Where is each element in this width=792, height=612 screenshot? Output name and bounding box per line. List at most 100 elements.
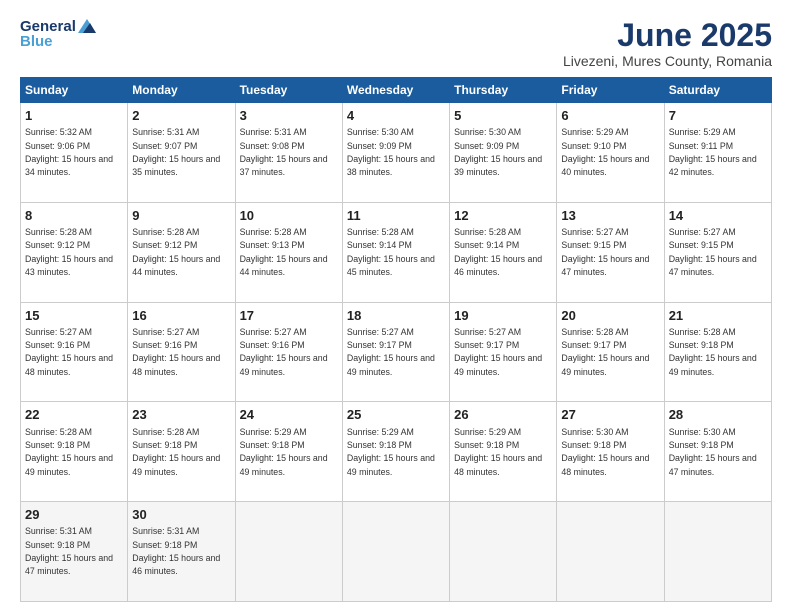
- table-row: 22 Sunrise: 5:28 AMSunset: 9:18 PMDayligh…: [21, 402, 128, 502]
- day-info: Sunrise: 5:31 AMSunset: 9:08 PMDaylight:…: [240, 127, 328, 177]
- day-info: Sunrise: 5:27 AMSunset: 9:17 PMDaylight:…: [454, 327, 542, 377]
- day-number: 11: [347, 207, 445, 225]
- table-row: 7 Sunrise: 5:29 AMSunset: 9:11 PMDaylight…: [664, 103, 771, 203]
- day-number: 14: [669, 207, 767, 225]
- table-row: 30Sunrise: 5:31 AMSunset: 9:18 PMDayligh…: [128, 502, 235, 602]
- day-info: Sunrise: 5:30 AMSunset: 9:18 PMDaylight:…: [561, 427, 649, 477]
- day-number: 24: [240, 406, 338, 424]
- calendar-week-row: 22 Sunrise: 5:28 AMSunset: 9:18 PMDayligh…: [21, 402, 772, 502]
- page: General Blue June 2025 Livezeni, Mures C…: [0, 0, 792, 612]
- table-row: 25Sunrise: 5:29 AMSunset: 9:18 PMDayligh…: [342, 402, 449, 502]
- weekday-header-row: Sunday Monday Tuesday Wednesday Thursday…: [21, 78, 772, 103]
- table-row: 27 Sunrise: 5:30 AMSunset: 9:18 PMDayligh…: [557, 402, 664, 502]
- logo: General Blue: [20, 18, 96, 50]
- day-info: Sunrise: 5:29 AMSunset: 9:10 PMDaylight:…: [561, 127, 649, 177]
- day-number: 10: [240, 207, 338, 225]
- table-row: 29 Sunrise: 5:31 AMSunset: 9:18 PMDayligh…: [21, 502, 128, 602]
- day-number: 18: [347, 307, 445, 325]
- day-number: 9: [132, 207, 230, 225]
- header-friday: Friday: [557, 78, 664, 103]
- day-info: Sunrise: 5:29 AMSunset: 9:18 PMDaylight:…: [240, 427, 328, 477]
- day-number: 23: [132, 406, 230, 424]
- day-number: 16: [132, 307, 230, 325]
- table-row: 5 Sunrise: 5:30 AMSunset: 9:09 PMDaylight…: [450, 103, 557, 203]
- title-block: June 2025 Livezeni, Mures County, Romani…: [563, 18, 772, 69]
- table-row: [450, 502, 557, 602]
- table-row: 20Sunrise: 5:28 AMSunset: 9:17 PMDayligh…: [557, 302, 664, 402]
- calendar-week-row: 1Sunrise: 5:32 AMSunset: 9:06 PMDaylight…: [21, 103, 772, 203]
- table-row: 11 Sunrise: 5:28 AMSunset: 9:14 PMDayligh…: [342, 202, 449, 302]
- day-number: 19: [454, 307, 552, 325]
- day-number: 5: [454, 107, 552, 125]
- day-number: 1: [25, 107, 123, 125]
- header-saturday: Saturday: [664, 78, 771, 103]
- day-number: 7: [669, 107, 767, 125]
- header-wednesday: Wednesday: [342, 78, 449, 103]
- table-row: 18 Sunrise: 5:27 AMSunset: 9:17 PMDayligh…: [342, 302, 449, 402]
- day-number: 8: [25, 207, 123, 225]
- table-row: 14Sunrise: 5:27 AMSunset: 9:15 PMDayligh…: [664, 202, 771, 302]
- main-title: June 2025: [563, 18, 772, 53]
- subtitle: Livezeni, Mures County, Romania: [563, 53, 772, 69]
- day-number: 15: [25, 307, 123, 325]
- day-number: 12: [454, 207, 552, 225]
- table-row: 10 Sunrise: 5:28 AMSunset: 9:13 PMDayligh…: [235, 202, 342, 302]
- day-info: Sunrise: 5:30 AMSunset: 9:09 PMDaylight:…: [454, 127, 542, 177]
- calendar-week-row: 29 Sunrise: 5:31 AMSunset: 9:18 PMDayligh…: [21, 502, 772, 602]
- day-number: 27: [561, 406, 659, 424]
- header: General Blue June 2025 Livezeni, Mures C…: [20, 18, 772, 69]
- day-info: Sunrise: 5:28 AMSunset: 9:18 PMDaylight:…: [132, 427, 220, 477]
- day-info: Sunrise: 5:28 AMSunset: 9:18 PMDaylight:…: [25, 427, 113, 477]
- logo-icon: [78, 19, 96, 33]
- header-monday: Monday: [128, 78, 235, 103]
- table-row: 19 Sunrise: 5:27 AMSunset: 9:17 PMDayligh…: [450, 302, 557, 402]
- table-row: 2Sunrise: 5:31 AMSunset: 9:07 PMDaylight…: [128, 103, 235, 203]
- table-row: 26Sunrise: 5:29 AMSunset: 9:18 PMDayligh…: [450, 402, 557, 502]
- day-info: Sunrise: 5:28 AMSunset: 9:17 PMDaylight:…: [561, 327, 649, 377]
- table-row: 24 Sunrise: 5:29 AMSunset: 9:18 PMDayligh…: [235, 402, 342, 502]
- day-info: Sunrise: 5:28 AMSunset: 9:14 PMDaylight:…: [454, 227, 542, 277]
- table-row: 3Sunrise: 5:31 AMSunset: 9:08 PMDaylight…: [235, 103, 342, 203]
- day-info: Sunrise: 5:30 AMSunset: 9:18 PMDaylight:…: [669, 427, 757, 477]
- table-row: 6Sunrise: 5:29 AMSunset: 9:10 PMDaylight…: [557, 103, 664, 203]
- day-info: Sunrise: 5:31 AMSunset: 9:18 PMDaylight:…: [25, 526, 113, 576]
- day-number: 17: [240, 307, 338, 325]
- header-thursday: Thursday: [450, 78, 557, 103]
- day-number: 21: [669, 307, 767, 325]
- day-number: 4: [347, 107, 445, 125]
- day-info: Sunrise: 5:28 AMSunset: 9:18 PMDaylight:…: [669, 327, 757, 377]
- day-info: Sunrise: 5:31 AMSunset: 9:18 PMDaylight:…: [132, 526, 220, 576]
- day-info: Sunrise: 5:29 AMSunset: 9:11 PMDaylight:…: [669, 127, 757, 177]
- table-row: [235, 502, 342, 602]
- day-info: Sunrise: 5:28 AMSunset: 9:14 PMDaylight:…: [347, 227, 435, 277]
- day-number: 29: [25, 506, 123, 524]
- day-info: Sunrise: 5:27 AMSunset: 9:15 PMDaylight:…: [561, 227, 649, 277]
- calendar-table: Sunday Monday Tuesday Wednesday Thursday…: [20, 77, 772, 602]
- table-row: 12 Sunrise: 5:28 AMSunset: 9:14 PMDayligh…: [450, 202, 557, 302]
- table-row: 21 Sunrise: 5:28 AMSunset: 9:18 PMDayligh…: [664, 302, 771, 402]
- day-info: Sunrise: 5:29 AMSunset: 9:18 PMDaylight:…: [454, 427, 542, 477]
- logo-blue: Blue: [20, 33, 53, 50]
- table-row: 1Sunrise: 5:32 AMSunset: 9:06 PMDaylight…: [21, 103, 128, 203]
- table-row: 23 Sunrise: 5:28 AMSunset: 9:18 PMDayligh…: [128, 402, 235, 502]
- day-number: 13: [561, 207, 659, 225]
- table-row: 13 Sunrise: 5:27 AMSunset: 9:15 PMDayligh…: [557, 202, 664, 302]
- table-row: [557, 502, 664, 602]
- day-info: Sunrise: 5:31 AMSunset: 9:07 PMDaylight:…: [132, 127, 220, 177]
- table-row: 4 Sunrise: 5:30 AMSunset: 9:09 PMDaylight…: [342, 103, 449, 203]
- day-info: Sunrise: 5:28 AMSunset: 9:12 PMDaylight:…: [132, 227, 220, 277]
- table-row: 9 Sunrise: 5:28 AMSunset: 9:12 PMDaylight…: [128, 202, 235, 302]
- table-row: 8Sunrise: 5:28 AMSunset: 9:12 PMDaylight…: [21, 202, 128, 302]
- day-info: Sunrise: 5:27 AMSunset: 9:16 PMDaylight:…: [25, 327, 113, 377]
- calendar-week-row: 8 Sunrise: 5:28 AMSunset: 9:12 PMDaylight…: [21, 202, 772, 302]
- table-row: 15 Sunrise: 5:27 AMSunset: 9:16 PMDayligh…: [21, 302, 128, 402]
- calendar-week-row: 15 Sunrise: 5:27 AMSunset: 9:16 PMDayligh…: [21, 302, 772, 402]
- table-row: 17 Sunrise: 5:27 AMSunset: 9:16 PMDayligh…: [235, 302, 342, 402]
- header-sunday: Sunday: [21, 78, 128, 103]
- day-info: Sunrise: 5:30 AMSunset: 9:09 PMDaylight:…: [347, 127, 435, 177]
- day-number: 22: [25, 406, 123, 424]
- day-info: Sunrise: 5:27 AMSunset: 9:17 PMDaylight:…: [347, 327, 435, 377]
- day-info: Sunrise: 5:27 AMSunset: 9:16 PMDaylight:…: [240, 327, 328, 377]
- table-row: 16Sunrise: 5:27 AMSunset: 9:16 PMDayligh…: [128, 302, 235, 402]
- day-info: Sunrise: 5:28 AMSunset: 9:13 PMDaylight:…: [240, 227, 328, 277]
